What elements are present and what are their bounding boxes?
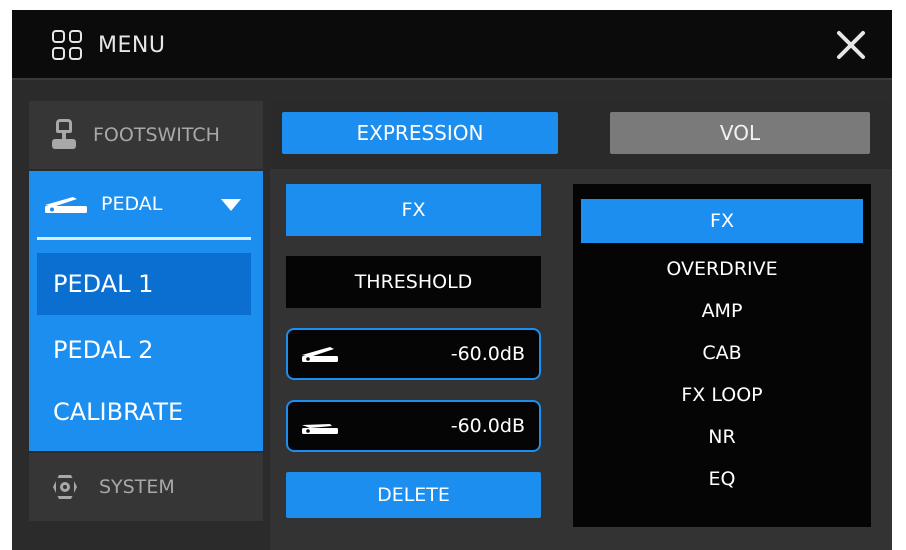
- sidebar-item-system[interactable]: SYSTEM: [29, 453, 263, 521]
- sidebar-pedal-group: PEDAL PEDAL 1 PEDAL 2 CALIBRATE: [29, 171, 263, 451]
- fx-list-item-overdrive[interactable]: OVERDRIVE: [581, 247, 863, 291]
- tab-expression[interactable]: EXPRESSION: [282, 112, 558, 154]
- header-bar: MENU: [12, 10, 892, 80]
- chevron-down-icon: [221, 199, 241, 211]
- pedal-toe-icon: [302, 424, 338, 434]
- heel-value-field[interactable]: -60.0dB: [286, 328, 541, 380]
- fx-list-item-cab[interactable]: CAB: [581, 331, 863, 375]
- footswitch-icon: [51, 119, 77, 151]
- fx-list-item-eq[interactable]: EQ: [581, 457, 863, 501]
- fx-list-item-fx[interactable]: FX: [581, 199, 863, 243]
- sidebar-item-label: PEDAL: [101, 193, 163, 215]
- fx-list-item-amp[interactable]: AMP: [581, 289, 863, 333]
- menu-button[interactable]: MENU: [52, 28, 165, 62]
- toe-value: -60.0dB: [450, 415, 525, 437]
- sidebar-item-pedal-2[interactable]: PEDAL 2: [37, 319, 251, 381]
- fx-list-item-nr[interactable]: NR: [581, 415, 863, 459]
- fx-select-button[interactable]: FX: [286, 184, 541, 236]
- delete-button[interactable]: DELETE: [286, 472, 541, 518]
- sidebar-item-label: FOOTSWITCH: [93, 124, 220, 146]
- tab-vol[interactable]: VOL: [610, 112, 870, 154]
- gear-icon: [51, 473, 79, 501]
- sidebar-item-pedal-1[interactable]: PEDAL 1: [37, 253, 251, 315]
- fx-list-item-fx-loop[interactable]: FX LOOP: [581, 373, 863, 417]
- sidebar-item-label: SYSTEM: [99, 476, 175, 498]
- sidebar-item-calibrate[interactable]: CALIBRATE: [37, 381, 251, 443]
- tab-bar: EXPRESSION VOL: [270, 101, 892, 169]
- grid-icon: [52, 30, 82, 60]
- toe-value-field[interactable]: -60.0dB: [286, 400, 541, 452]
- heel-value: -60.0dB: [450, 343, 525, 365]
- pedal-icon: [45, 197, 87, 213]
- divider: [37, 237, 251, 240]
- menu-label: MENU: [98, 32, 166, 58]
- pedal-heel-icon: [302, 347, 338, 362]
- close-icon[interactable]: [832, 26, 870, 64]
- sidebar-item-footswitch[interactable]: FOOTSWITCH: [29, 101, 263, 169]
- fx-list: FX OVERDRIVE AMP CAB FX LOOP NR EQ: [573, 184, 871, 527]
- screen: MENU FOOTSWITCH PEDAL PEDAL 1 PEDAL 2 CA…: [12, 10, 892, 550]
- main-panel: EXPRESSION VOL FX THRESHOLD -60.0dB -60.…: [270, 101, 892, 550]
- sidebar: FOOTSWITCH PEDAL PEDAL 1 PEDAL 2 CALIBRA…: [29, 101, 263, 521]
- threshold-button[interactable]: THRESHOLD: [286, 256, 541, 308]
- sidebar-item-pedal[interactable]: PEDAL: [29, 171, 263, 237]
